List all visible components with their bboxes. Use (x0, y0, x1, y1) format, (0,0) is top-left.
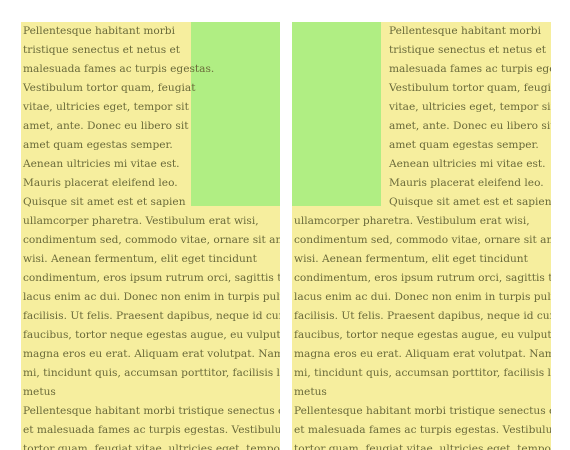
text-line: condimentum, eros ipsum rutrum orci, sag… (23, 272, 280, 284)
text-line: Mauris placerat eleifend leo. (23, 177, 178, 189)
text-line: Vestibulum tortor quam, feugiat (23, 82, 196, 94)
text-line: magna eros eu erat. Aliquam erat volutpa… (23, 348, 280, 360)
right-text-block: Pellentesque habitant morbi tristique se… (292, 22, 551, 450)
left-text-block: Pellentesque habitant morbi tristique se… (21, 22, 280, 450)
text-line: faucibus, tortor neque egestas augue, eu… (294, 329, 551, 341)
text-line: condimentum, eros ipsum rutrum orci, sag… (294, 272, 551, 284)
text-line: metus (294, 386, 327, 398)
text-line: Pellentesque habitant morbi (23, 25, 175, 37)
text-line: vitae, ultricies eget, tempor sit (23, 101, 189, 113)
text-line: facilisis. Ut felis. Praesent dapibus, n… (294, 310, 551, 322)
text-line: lacus enim ac dui. Donec non enim in tur… (23, 291, 280, 303)
text-line: et malesuada fames ac turpis egestas. Ve… (23, 424, 280, 436)
text-line: tortor quam, feugiat vitae, ultricies eg… (294, 443, 551, 450)
left-column: Pellentesque habitant morbi tristique se… (21, 22, 280, 450)
text-line: Pellentesque habitant morbi tristique se… (23, 405, 280, 417)
text-line: facilisis. Ut felis. Praesent dapibus, n… (23, 310, 280, 322)
text-line: tristique senectus et netus et (389, 44, 547, 56)
text-line: faucibus, tortor neque egestas augue, eu… (23, 329, 280, 341)
text-line: malesuada fames ac turpis egestas. (23, 63, 215, 75)
text-line: amet, ante. Donec eu libero sit (23, 120, 189, 132)
text-line: amet quam egestas semper. (389, 139, 539, 151)
text-line: wisi. Aenean fermentum, elit eget tincid… (294, 253, 528, 265)
text-line: amet quam egestas semper. (23, 139, 173, 151)
text-line: et malesuada fames ac turpis egestas. Ve… (294, 424, 551, 436)
text-line: amet, ante. Donec eu libero sit (389, 120, 551, 132)
text-line: malesuada fames ac turpis egestas. (389, 63, 551, 75)
text-line: mi, tincidunt quis, accumsan porttitor, … (294, 367, 551, 379)
text-line: Pellentesque habitant morbi (389, 25, 541, 37)
text-line: ullamcorper pharetra. Vestibulum erat wi… (23, 215, 259, 227)
right-column: Pellentesque habitant morbi tristique se… (292, 22, 551, 450)
text-line: Mauris placerat eleifend leo. (389, 177, 544, 189)
text-line: Aenean ultricies mi vitae est. (389, 158, 546, 170)
text-line: mi, tincidunt quis, accumsan porttitor, … (23, 367, 280, 379)
text-line: ullamcorper pharetra. Vestibulum erat wi… (294, 215, 530, 227)
text-line: Quisque sit amet est et sapien (389, 196, 551, 208)
text-line: vitae, ultricies eget, tempor sit (389, 101, 551, 113)
text-line: wisi. Aenean fermentum, elit eget tincid… (23, 253, 257, 265)
text-line: condimentum sed, commodo vitae, ornare s… (23, 234, 280, 246)
text-line: Pellentesque habitant morbi tristique se… (294, 405, 551, 417)
text-line: tortor quam, feugiat vitae, ultricies eg… (23, 443, 280, 450)
text-line: Vestibulum tortor quam, feugiat (389, 82, 551, 94)
text-line: condimentum sed, commodo vitae, ornare s… (294, 234, 551, 246)
text-line: magna eros eu erat. Aliquam erat volutpa… (294, 348, 551, 360)
text-line: Aenean ultricies mi vitae est. (23, 158, 180, 170)
text-line: lacus enim ac dui. Donec non enim in tur… (294, 291, 551, 303)
text-line: metus (23, 386, 56, 398)
text-line: Quisque sit amet est et sapien (23, 196, 186, 208)
text-line: tristique senectus et netus et (23, 44, 181, 56)
